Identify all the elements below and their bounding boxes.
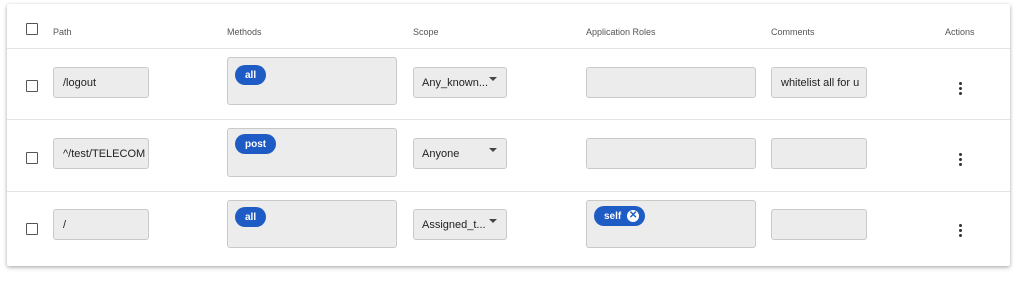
method-chip-label: all bbox=[245, 211, 257, 223]
method-chip-label: post bbox=[245, 138, 267, 150]
row-divider bbox=[7, 191, 1010, 192]
column-header-scope: Scope bbox=[413, 27, 439, 37]
close-circle-icon[interactable]: ✕ bbox=[627, 210, 640, 222]
access-rules-table: Path Methods Scope Application Roles Com… bbox=[7, 4, 1010, 266]
method-chip-label: all bbox=[245, 69, 257, 81]
method-chip[interactable]: post bbox=[235, 134, 277, 154]
scope-select[interactable]: Any_known... bbox=[413, 67, 507, 98]
row-divider bbox=[7, 119, 1010, 120]
role-chip: self ✕ bbox=[594, 206, 646, 226]
row-checkbox[interactable] bbox=[26, 80, 38, 92]
comments-input[interactable] bbox=[771, 209, 867, 240]
method-chip[interactable]: all bbox=[235, 65, 267, 85]
application-roles-field[interactable]: self ✕ bbox=[586, 200, 756, 248]
comments-input[interactable]: whitelist all for u bbox=[771, 67, 867, 98]
header-divider bbox=[7, 48, 1010, 49]
methods-field[interactable]: all bbox=[227, 200, 397, 248]
select-all-checkbox[interactable] bbox=[26, 23, 38, 35]
caret-down-icon bbox=[489, 148, 497, 152]
column-header-application-roles: Application Roles bbox=[586, 27, 656, 37]
scope-select[interactable]: Assigned_t... bbox=[413, 209, 507, 240]
caret-down-icon bbox=[489, 219, 497, 223]
method-chip[interactable]: all bbox=[235, 207, 267, 227]
column-header-comments: Comments bbox=[771, 27, 815, 37]
comment-value: whitelist all for u bbox=[781, 76, 860, 89]
application-roles-field[interactable] bbox=[586, 138, 756, 169]
caret-down-icon bbox=[489, 77, 497, 81]
application-roles-field[interactable] bbox=[586, 67, 756, 98]
column-header-path: Path bbox=[53, 27, 72, 37]
more-vert-icon[interactable] bbox=[959, 153, 962, 167]
scope-value: Assigned_t... bbox=[422, 218, 486, 231]
methods-field[interactable]: all bbox=[227, 57, 397, 105]
more-vert-icon[interactable] bbox=[959, 224, 962, 238]
path-value: / bbox=[63, 218, 67, 231]
path-input[interactable]: / bbox=[53, 209, 149, 240]
row-checkbox[interactable] bbox=[26, 223, 38, 235]
column-header-methods: Methods bbox=[227, 27, 262, 37]
scope-value: Anyone bbox=[422, 147, 460, 160]
methods-field[interactable]: post bbox=[227, 128, 397, 177]
column-header-actions: Actions bbox=[945, 27, 975, 37]
path-input[interactable]: ^/test/TELECOM bbox=[53, 138, 149, 169]
more-vert-icon[interactable] bbox=[959, 82, 962, 96]
path-input[interactable]: /logout bbox=[53, 67, 149, 98]
role-chip-label: self bbox=[604, 210, 622, 222]
comments-input[interactable] bbox=[771, 138, 867, 169]
scope-select[interactable]: Anyone bbox=[413, 138, 507, 169]
path-value: ^/test/TELECOM bbox=[63, 147, 146, 160]
scope-value: Any_known... bbox=[422, 76, 489, 89]
path-value: /logout bbox=[63, 76, 97, 89]
row-checkbox[interactable] bbox=[26, 152, 38, 164]
